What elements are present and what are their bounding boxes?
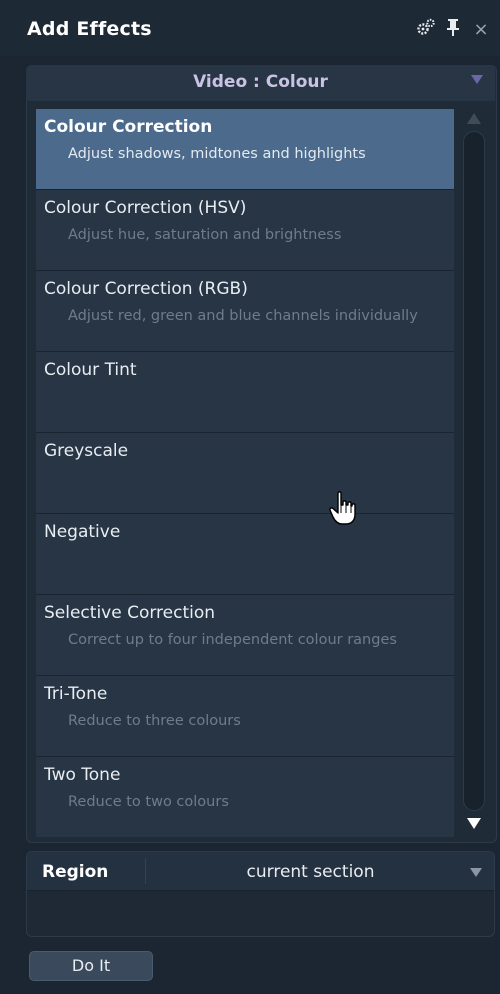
effect-description: Adjust red, green and blue channels indi… <box>68 308 418 324</box>
effect-item[interactable]: Colour Correction (RGB) Adjust red, green… <box>36 271 454 352</box>
effect-description: Correct up to four independent colour ra… <box>68 632 397 648</box>
category-label: Video : Colour <box>193 72 328 92</box>
effect-item[interactable]: Tri-Tone Reduce to three colours <box>36 676 454 757</box>
effect-title: Colour Correction (HSV) <box>44 198 247 218</box>
region-panel: Region current section <box>26 851 495 937</box>
effect-title: Colour Correction (RGB) <box>44 279 248 299</box>
effect-title: Tri-Tone <box>44 684 108 704</box>
hand-cursor-icon <box>329 491 357 531</box>
category-dropdown[interactable]: Video : Colour <box>26 65 495 101</box>
close-icon[interactable]: × <box>472 19 490 40</box>
effect-title: Negative <box>44 522 121 542</box>
effect-item[interactable]: Colour Tint <box>36 352 454 433</box>
pin-icon[interactable] <box>444 18 462 41</box>
effect-description: Reduce to three colours <box>68 713 241 729</box>
region-dropdown[interactable]: Region current section <box>27 852 494 891</box>
effect-item[interactable]: Colour Correction Adjust shadows, midtone… <box>36 109 454 190</box>
scroll-up-arrow-icon[interactable] <box>467 113 481 124</box>
title-bar-icons: × <box>416 18 490 41</box>
scrollbar-track[interactable] <box>463 131 485 811</box>
chevron-down-icon <box>470 868 482 877</box>
scroll-down-arrow-icon[interactable] <box>467 818 481 829</box>
effect-description: Adjust hue, saturation and brightness <box>68 227 342 243</box>
effect-item[interactable]: Two Tone Reduce to two colours <box>36 757 454 837</box>
effect-title: Greyscale <box>44 441 129 461</box>
effect-description: Adjust shadows, midtones and highlights <box>68 146 366 162</box>
effect-description: Reduce to two colours <box>68 794 229 810</box>
effect-item[interactable]: Colour Correction (HSV) Adjust hue, satur… <box>36 190 454 271</box>
window-title: Add Effects <box>27 18 152 40</box>
effect-title: Colour Correction <box>44 117 213 137</box>
gears-icon[interactable] <box>416 18 435 41</box>
effect-item[interactable]: Greyscale <box>36 433 454 514</box>
region-value: current section <box>246 862 375 882</box>
region-label: Region <box>42 862 109 882</box>
effect-item[interactable]: Selective Correction Correct up to four i… <box>36 595 454 676</box>
title-bar: Add Effects × <box>0 0 500 56</box>
do-it-button[interactable]: Do It <box>29 951 153 981</box>
effect-title: Selective Correction <box>44 603 216 623</box>
effect-title: Two Tone <box>44 765 121 785</box>
effect-title: Colour Tint <box>44 360 137 380</box>
effects-list: Colour Correction Adjust shadows, midtone… <box>36 109 454 837</box>
chevron-down-icon <box>471 75 483 84</box>
effect-item[interactable]: Negative <box>36 514 454 595</box>
region-divider <box>145 858 146 884</box>
